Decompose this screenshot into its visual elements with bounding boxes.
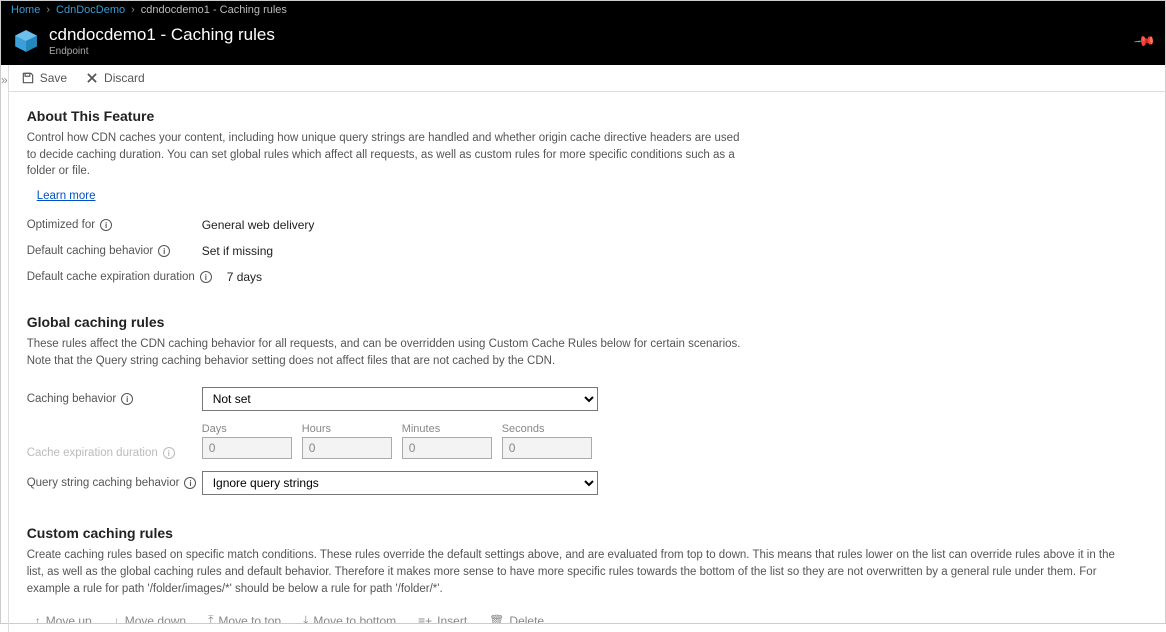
seconds-input [502, 437, 592, 459]
optimized-for-label: Optimized fori [27, 219, 202, 231]
custom-rules-heading: Custom caching rules [27, 525, 1155, 541]
insert-button[interactable]: ≡+Insert [418, 613, 467, 623]
content-area: About This Feature Control how CDN cache… [9, 92, 1166, 623]
page-title: cdndocdemo1 - Caching rules [49, 25, 275, 45]
rules-toolbar: ↑Move up ↓Move down ⤒Move to top ⤓Move t… [35, 613, 1155, 623]
default-expiration-label: Default cache expiration durationi [27, 271, 227, 283]
minutes-label: Minutes [402, 423, 492, 435]
move-up-button[interactable]: ↑Move up [35, 613, 92, 623]
page-header: cdndocdemo1 - Caching rules Endpoint 📌 [1, 19, 1165, 65]
page-subtitle: Endpoint [49, 46, 275, 57]
days-input [202, 437, 292, 459]
arrow-top-icon: ⤒ [208, 613, 213, 623]
breadcrumb-parent[interactable]: CdnDocDemo [56, 4, 125, 16]
cache-expiration-label: Cache expiration durationi [27, 447, 202, 459]
days-label: Days [202, 423, 292, 435]
about-heading: About This Feature [27, 108, 1155, 124]
delete-icon: 🗑 [489, 614, 504, 623]
caching-behavior-select[interactable]: Not set [202, 387, 598, 411]
hours-label: Hours [302, 423, 392, 435]
insert-icon: ≡+ [418, 614, 432, 623]
arrow-down-icon: ↓ [114, 614, 120, 623]
optimized-for-value: General web delivery [202, 218, 315, 232]
save-button[interactable]: Save [21, 71, 67, 85]
endpoint-icon [13, 28, 39, 54]
save-icon [21, 71, 35, 85]
discard-button[interactable]: Discard [85, 71, 145, 85]
minutes-input [402, 437, 492, 459]
breadcrumb: Home › CdnDocDemo › cdndocdemo1 - Cachin… [1, 1, 1165, 19]
expand-panel-toggle[interactable]: » [1, 65, 9, 632]
delete-button[interactable]: 🗑Delete [489, 613, 544, 623]
move-down-button[interactable]: ↓Move down [114, 613, 186, 623]
global-rules-heading: Global caching rules [27, 314, 1155, 330]
query-string-select[interactable]: Ignore query strings [202, 471, 598, 495]
arrow-up-icon: ↑ [35, 614, 41, 623]
info-icon[interactable]: i [158, 245, 170, 257]
chevron-right-icon: › [46, 4, 50, 16]
info-icon[interactable]: i [184, 477, 196, 489]
info-icon: i [163, 447, 175, 459]
query-string-label: Query string caching behaviori [27, 477, 202, 489]
seconds-label: Seconds [502, 423, 592, 435]
global-rules-text: These rules affect the CDN caching behav… [27, 336, 747, 369]
info-icon[interactable]: i [100, 219, 112, 231]
info-icon[interactable]: i [121, 393, 133, 405]
arrow-bottom-icon: ⤓ [303, 613, 308, 623]
breadcrumb-home[interactable]: Home [11, 4, 40, 16]
default-expiration-value: 7 days [227, 270, 262, 284]
chevron-right-icon: › [131, 4, 135, 16]
hours-input [302, 437, 392, 459]
caching-behavior-label: Caching behaviori [27, 393, 202, 405]
move-to-bottom-button[interactable]: ⤓Move to bottom [303, 613, 396, 623]
default-caching-behavior-label: Default caching behaviori [27, 245, 202, 257]
pin-icon[interactable]: 📌 [1132, 29, 1156, 53]
command-bar: Save Discard [9, 65, 1166, 92]
info-icon[interactable]: i [200, 271, 212, 283]
move-to-top-button[interactable]: ⤒Move to top [208, 613, 281, 623]
discard-label: Discard [104, 71, 145, 85]
custom-rules-text: Create caching rules based on specific m… [27, 547, 1127, 597]
learn-more-link[interactable]: Learn more [37, 190, 96, 202]
breadcrumb-current: cdndocdemo1 - Caching rules [141, 4, 287, 16]
discard-icon [85, 71, 99, 85]
save-label: Save [40, 71, 67, 85]
about-text: Control how CDN caches your content, inc… [27, 130, 747, 180]
default-caching-behavior-value: Set if missing [202, 244, 273, 258]
